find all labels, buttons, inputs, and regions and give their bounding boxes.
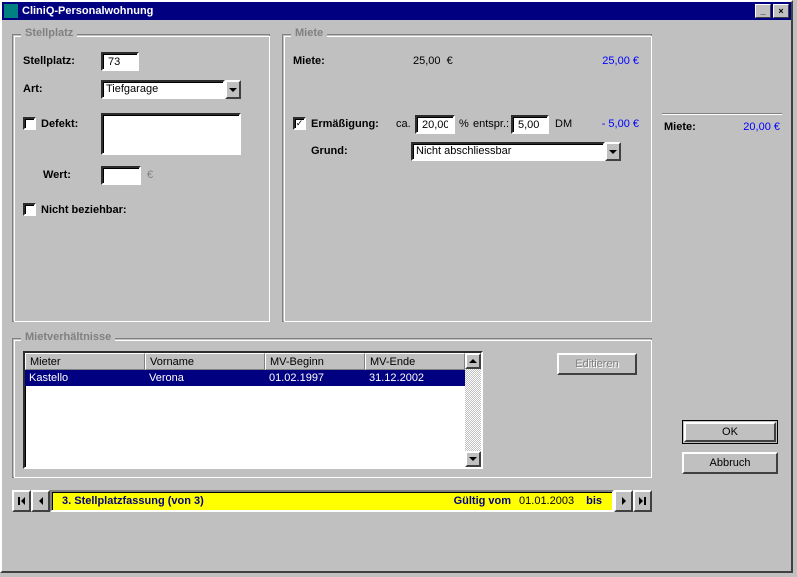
list-header: Mieter Vorname MV-Beginn MV-Ende — [25, 353, 465, 370]
cell-beginn: 01.02.1997 — [265, 370, 365, 386]
col-mieter[interactable]: Mieter — [25, 353, 145, 370]
abbruch-button[interactable]: Abbruch — [682, 452, 778, 474]
combo-art-text: Tiefgarage — [101, 80, 225, 99]
close-button[interactable]: × — [773, 4, 789, 18]
editieren-label: Editieren — [575, 358, 618, 370]
label-ermaessigung: Ermäßigung: — [311, 118, 379, 130]
label-stellplatz: Stellplatz: — [23, 55, 75, 67]
cell-mieter: Kastello — [25, 370, 145, 386]
nav-banner: 3. Stellplatzfassung (von 3) Gültig vom … — [50, 490, 614, 512]
checkbox-defekt-box — [23, 117, 36, 130]
nav-banner-text: 3. Stellplatzfassung (von 3) — [62, 495, 204, 507]
scroll-down-button[interactable] — [465, 451, 481, 467]
checkbox-defekt[interactable]: Defekt: — [23, 117, 78, 130]
label-pct-unit: % — [459, 118, 469, 130]
titlebar: CliniQ-Personalwohnung _ × — [2, 2, 791, 20]
listbox-mietverhaeltnisse[interactable]: Mieter Vorname MV-Beginn MV-Ende Kastell… — [23, 351, 483, 469]
input-wert[interactable] — [101, 166, 141, 185]
scroll-track[interactable] — [465, 369, 481, 451]
input-erm-abs[interactable] — [511, 115, 549, 134]
chevron-left-icon — [39, 497, 43, 505]
editieren-button[interactable]: Editieren — [557, 353, 637, 375]
app-icon — [4, 4, 18, 18]
nav-gueltig-vom-value: 01.01.2003 — [519, 495, 574, 507]
label-wert-currency: € — [147, 169, 153, 181]
label-defekt: Defekt: — [41, 118, 78, 130]
col-vorname[interactable]: Vorname — [145, 353, 265, 370]
scrollbar-vertical[interactable] — [465, 353, 481, 467]
record-navigator: 3. Stellplatzfassung (von 3) Gültig vom … — [12, 490, 652, 512]
value-miete-amount: 25,00 € — [413, 55, 453, 67]
label-abs-unit: DM — [555, 118, 572, 130]
minimize-button[interactable]: _ — [755, 4, 771, 18]
nav-prev-button[interactable] — [31, 490, 50, 512]
chevron-down-icon — [229, 88, 237, 92]
scroll-up-button[interactable] — [465, 353, 481, 369]
label-miete: Miete: — [293, 55, 325, 67]
nav-gueltig-vom-label: Gültig vom — [454, 495, 511, 507]
label-total-miete: Miete: — [664, 121, 696, 133]
abbruch-label: Abbruch — [710, 457, 751, 469]
ok-button[interactable]: OK — [682, 420, 778, 444]
input-erm-pct[interactable] — [415, 115, 455, 134]
combo-grund-button[interactable] — [605, 142, 621, 161]
combo-art-button[interactable] — [225, 80, 241, 99]
group-mietverhaeltnisse: Mietverhältnisse Mieter Vorname MV-Begin… — [12, 338, 652, 478]
legend-stellplatz: Stellplatz — [21, 27, 77, 39]
value-miete-calc: 25,00 € — [573, 55, 639, 67]
chevron-down-icon — [609, 150, 617, 154]
label-grund: Grund: — [311, 145, 348, 157]
combo-art[interactable]: Tiefgarage — [101, 80, 241, 99]
nav-bis-label: bis — [586, 495, 602, 507]
value-erm-calc: - 5,00 € — [573, 118, 639, 130]
separator-total — [662, 113, 782, 115]
checkbox-nicht-beziehbar[interactable]: Nicht beziehbar: — [23, 203, 127, 216]
main-window: CliniQ-Personalwohnung _ × Stellplatz St… — [0, 0, 793, 573]
combo-grund-text: Nicht abschliessbar — [411, 142, 605, 161]
nav-first-button[interactable] — [12, 490, 31, 512]
chevron-up-icon — [469, 359, 477, 363]
col-beginn[interactable]: MV-Beginn — [265, 353, 365, 370]
cell-vorname: Verona — [145, 370, 265, 386]
label-nicht-beziehbar: Nicht beziehbar: — [41, 204, 127, 216]
nav-next-button[interactable] — [614, 490, 633, 512]
label-ca: ca. — [396, 118, 411, 130]
chevron-down-icon — [469, 457, 477, 461]
legend-mietverhaeltnisse: Mietverhältnisse — [21, 331, 115, 343]
group-stellplatz: Stellplatz Stellplatz: Art: Tiefgarage D… — [12, 34, 270, 322]
checkbox-ermaessigung[interactable]: ✓ Ermäßigung: — [293, 117, 379, 130]
legend-miete: Miete — [291, 27, 327, 39]
combo-grund[interactable]: Nicht abschliessbar — [411, 142, 621, 161]
table-row[interactable]: Kastello Verona 01.02.1997 31.12.2002 — [25, 370, 465, 386]
value-total-miete: 20,00 € — [724, 121, 780, 133]
label-art: Art: — [23, 83, 43, 95]
group-miete: Miete Miete: 25,00 € 25,00 € ✓ Ermäßigun… — [282, 34, 652, 322]
col-ende[interactable]: MV-Ende — [365, 353, 465, 370]
client-area: Stellplatz Stellplatz: Art: Tiefgarage D… — [2, 20, 791, 571]
window-title: CliniQ-Personalwohnung — [22, 5, 153, 17]
label-entspr: entspr.: — [473, 118, 509, 130]
checkbox-ermaessigung-box: ✓ — [293, 117, 306, 130]
input-stellplatz[interactable] — [101, 52, 139, 71]
ok-label: OK — [722, 426, 738, 438]
nav-last-button[interactable] — [633, 490, 652, 512]
checkbox-nicht-beziehbar-box — [23, 203, 36, 216]
chevron-right-icon — [622, 497, 626, 505]
label-wert: Wert: — [43, 169, 71, 181]
listbox-content: Mieter Vorname MV-Beginn MV-Ende Kastell… — [25, 353, 465, 467]
cell-ende: 31.12.2002 — [365, 370, 465, 386]
textarea-defekt[interactable] — [101, 113, 241, 155]
